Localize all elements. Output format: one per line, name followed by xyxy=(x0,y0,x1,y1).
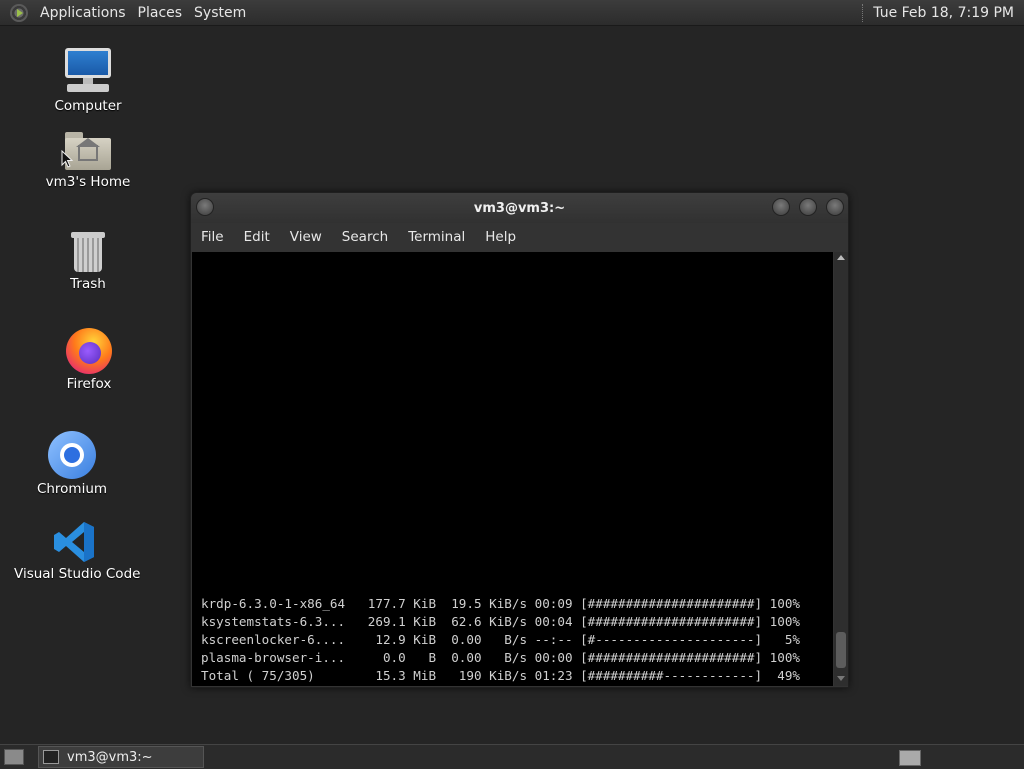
window-title: vm3@vm3:~ xyxy=(473,200,566,216)
desktop-icon-firefox[interactable]: Firefox xyxy=(58,328,120,392)
terminal-menubar: File Edit View Search Terminal Help xyxy=(191,223,848,251)
scroll-up-icon[interactable] xyxy=(837,255,845,260)
window-menu-button[interactable] xyxy=(196,198,214,216)
trash-icon xyxy=(71,230,105,274)
terminal-line: Total ( 75/305) 15.3 MiB 190 KiB/s 01:23… xyxy=(201,668,800,683)
desktop-icon-trash[interactable]: Trash xyxy=(58,230,118,292)
desktop-icon-label: vm3's Home xyxy=(45,174,131,190)
workspace-switcher[interactable] xyxy=(899,750,921,766)
mate-logo-icon[interactable] xyxy=(10,3,28,22)
panel-separator xyxy=(862,3,865,22)
terminal-line: kscreenlocker-6.... 12.9 KiB 0.00 B/s --… xyxy=(201,632,800,647)
terminal-output[interactable]: krdp-6.3.0-1-x86_64 177.7 KiB 19.5 KiB/s… xyxy=(192,252,833,686)
top-panel: Applications Places System Tue Feb 18, 7… xyxy=(0,0,1024,26)
firefox-icon xyxy=(66,328,112,374)
terminal-line: krdp-6.3.0-1-x86_64 177.7 KiB 19.5 KiB/s… xyxy=(201,596,800,611)
chromium-icon xyxy=(48,431,96,479)
desktop-icon-vscode[interactable]: Visual Studio Code xyxy=(14,520,141,582)
computer-icon xyxy=(63,46,113,96)
desktop-icon-label: Chromium xyxy=(36,481,108,497)
terminal-icon xyxy=(43,750,59,764)
menu-help[interactable]: Help xyxy=(475,229,526,245)
taskbar-item-terminal[interactable]: vm3@vm3:~ xyxy=(38,746,204,768)
menu-applications[interactable]: Applications xyxy=(34,5,132,21)
close-button[interactable] xyxy=(826,198,844,216)
scroll-down-icon[interactable] xyxy=(837,676,845,681)
desktop-icon-label: Visual Studio Code xyxy=(14,566,141,582)
clock-area: Tue Feb 18, 7:19 PM xyxy=(862,0,1024,25)
minimize-button[interactable] xyxy=(772,198,790,216)
menu-file[interactable]: File xyxy=(191,229,234,245)
menu-search[interactable]: Search xyxy=(332,229,398,245)
scrollbar-thumb[interactable] xyxy=(836,632,846,668)
desktop-icon-label: Computer xyxy=(54,98,122,114)
terminal-line: plasma-browser-i... 0.0 B 0.00 B/s 00:00… xyxy=(201,650,800,665)
desktop-icon-label: Trash xyxy=(70,276,106,292)
menu-terminal[interactable]: Terminal xyxy=(398,229,475,245)
terminal-lines: krdp-6.3.0-1-x86_64 177.7 KiB 19.5 KiB/s… xyxy=(201,595,800,685)
taskbar-item-label: vm3@vm3:~ xyxy=(67,749,153,765)
terminal-window[interactable]: vm3@vm3:~ File Edit View Search Terminal… xyxy=(190,192,849,688)
menu-system[interactable]: System xyxy=(188,5,252,21)
terminal-scrollbar[interactable] xyxy=(834,252,848,686)
bottom-panel: vm3@vm3:~ xyxy=(0,744,1024,769)
clock[interactable]: Tue Feb 18, 7:19 PM xyxy=(873,5,1024,21)
show-desktop-icon[interactable] xyxy=(4,749,24,765)
menu-places[interactable]: Places xyxy=(132,5,189,21)
terminal-titlebar[interactable]: vm3@vm3:~ xyxy=(191,193,848,223)
vscode-icon xyxy=(52,520,96,564)
desktop-icon-label: Firefox xyxy=(66,376,112,392)
desktop-icon-chromium[interactable]: Chromium xyxy=(34,431,110,497)
terminal-line: ksystemstats-6.3... 269.1 KiB 62.6 KiB/s… xyxy=(201,614,800,629)
desktop-icon-computer[interactable]: Computer xyxy=(52,46,124,114)
desktop-icon-home[interactable]: vm3's Home xyxy=(44,130,132,190)
maximize-button[interactable] xyxy=(799,198,817,216)
menu-view[interactable]: View xyxy=(280,229,332,245)
menu-edit[interactable]: Edit xyxy=(234,229,280,245)
